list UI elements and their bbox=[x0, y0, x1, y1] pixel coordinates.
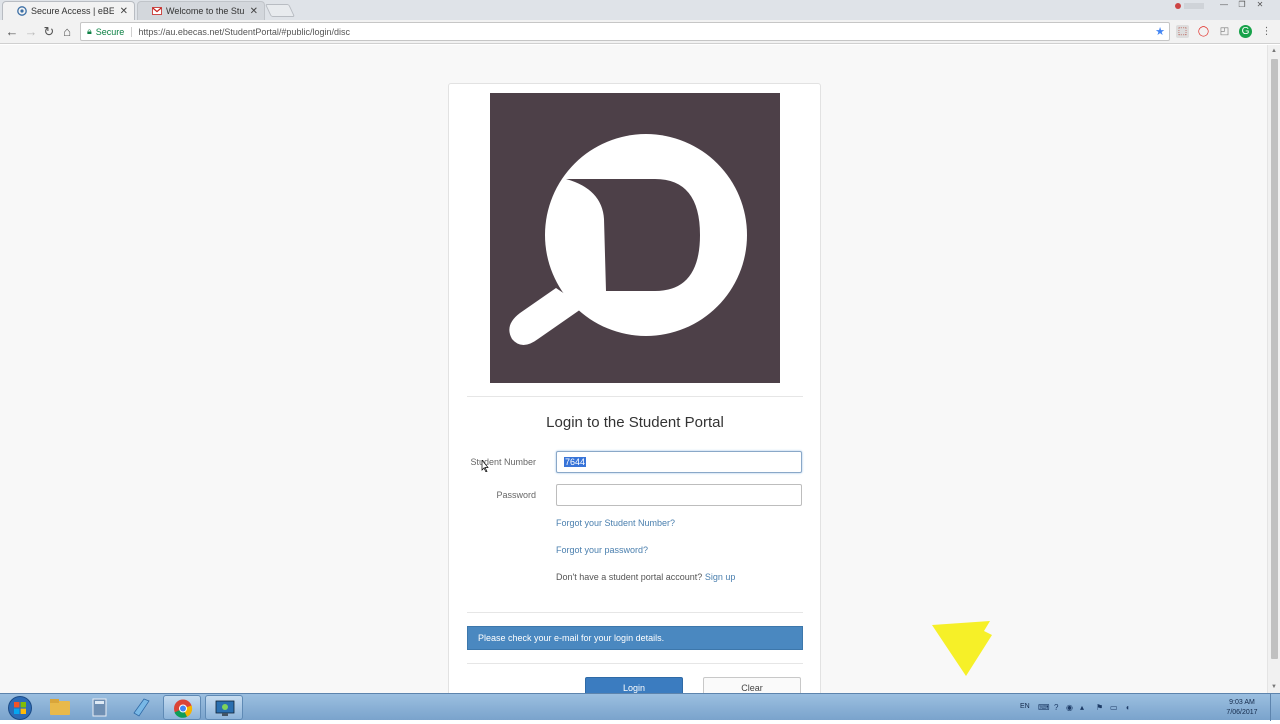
taskbar-chrome[interactable] bbox=[163, 695, 201, 720]
taskbar-explorer[interactable] bbox=[41, 695, 79, 720]
chrome-icon bbox=[174, 699, 193, 718]
tab-title: Secure Access | eBECAS bbox=[31, 6, 114, 16]
password-label: Password bbox=[496, 490, 536, 500]
clock-time: 9:03 AM bbox=[1229, 699, 1255, 706]
new-tab-button[interactable] bbox=[264, 4, 296, 17]
tab-strip: Secure Access | eBECAS ✕ Welcome to the … bbox=[0, 0, 1280, 20]
puzzle-extension-icon[interactable]: ◰ bbox=[1218, 25, 1231, 38]
action-center-flag-icon[interactable]: ⚑ bbox=[1096, 703, 1105, 712]
password-input[interactable] bbox=[556, 484, 802, 506]
minimize-icon[interactable]: — bbox=[1216, 0, 1232, 10]
notepad-icon bbox=[133, 698, 150, 717]
page-title: Login to the Student Portal bbox=[546, 414, 724, 431]
tray-app-icon[interactable]: ◉ bbox=[1066, 703, 1075, 712]
tab-welcome[interactable]: Welcome to the Student ✕ bbox=[137, 1, 265, 20]
url-text: https://au.ebecas.net/StudentPortal/#pub… bbox=[138, 26, 350, 37]
tab-title: Welcome to the Student bbox=[166, 6, 244, 16]
volume-icon[interactable]: ◖ bbox=[1125, 703, 1134, 712]
grammarly-extension-icon[interactable]: G bbox=[1239, 25, 1252, 38]
opera-extension-icon[interactable]: ◯ bbox=[1197, 25, 1210, 38]
student-number-input[interactable]: 7644 bbox=[556, 451, 802, 473]
calculator-icon bbox=[92, 698, 107, 717]
clock[interactable]: 9:03 AM 7/06/2017 bbox=[1220, 698, 1264, 718]
clear-button[interactable]: Clear bbox=[703, 677, 801, 693]
window-controls: — ❐ ✕ bbox=[1216, 0, 1268, 14]
clock-date: 7/06/2017 bbox=[1226, 709, 1258, 716]
profile-button[interactable] bbox=[1172, 1, 1212, 11]
close-window-icon[interactable]: ✕ bbox=[1252, 0, 1268, 10]
windows-taskbar: EN ⌨ ? ◉ ▴ ⚑ ▭ ◖ 9:03 AM 7/06/2017 bbox=[0, 693, 1280, 721]
lock-icon: 🔒︎ bbox=[87, 26, 92, 36]
yellow-pointer-highlight-icon bbox=[932, 621, 992, 676]
reload-icon[interactable]: ↻ bbox=[41, 24, 57, 40]
scroll-down-icon[interactable]: ▼ bbox=[1271, 684, 1277, 690]
pdf-extension-icon[interactable]: ⬚ bbox=[1176, 25, 1189, 38]
show-desktop-button[interactable] bbox=[1270, 694, 1280, 721]
home-icon[interactable]: ⌂ bbox=[59, 24, 75, 40]
menu-dots-icon[interactable]: ⋮ bbox=[1260, 25, 1273, 38]
taskbar-calculator[interactable] bbox=[81, 695, 119, 720]
forgot-password-link[interactable]: Forgot your password? bbox=[556, 545, 648, 555]
address-bar[interactable]: 🔒︎ Secure https://au.ebecas.net/StudentP… bbox=[80, 22, 1170, 41]
maximize-icon[interactable]: ❐ bbox=[1234, 0, 1250, 10]
forward-icon[interactable]: → bbox=[23, 24, 39, 40]
student-number-label: Student Number bbox=[470, 457, 536, 467]
signup-prompt-text: Don't have a student portal account? bbox=[556, 572, 703, 582]
tab-close-icon[interactable]: ✕ bbox=[250, 6, 258, 17]
page-scrollbar[interactable]: ▲ ▼ bbox=[1267, 45, 1280, 693]
student-number-value: 7644 bbox=[564, 457, 587, 467]
show-hidden-icons-icon[interactable]: ▴ bbox=[1080, 703, 1089, 712]
divider bbox=[467, 663, 803, 664]
signup-link[interactable]: Sign up bbox=[705, 572, 736, 582]
help-icon[interactable]: ? bbox=[1054, 703, 1063, 712]
login-card: Login to the Student Portal Student Numb… bbox=[448, 83, 821, 693]
secure-label: Secure bbox=[96, 26, 133, 37]
system-tray: EN ⌨ ? ◉ ▴ ⚑ ▭ ◖ 9:03 AM 7/06/2017 bbox=[1020, 694, 1280, 721]
keyboard-icon[interactable]: ⌨ bbox=[1038, 703, 1050, 712]
signup-prompt: Don't have a student portal account? Sig… bbox=[556, 572, 735, 582]
folder-icon bbox=[50, 699, 70, 715]
language-indicator[interactable]: EN bbox=[1020, 703, 1030, 710]
ebecas-favicon-icon bbox=[17, 6, 27, 16]
back-icon[interactable]: ← bbox=[4, 24, 20, 40]
gmail-icon bbox=[152, 7, 162, 15]
login-button[interactable]: Login bbox=[585, 677, 683, 693]
network-icon[interactable]: ▭ bbox=[1110, 703, 1119, 712]
bookmark-star-icon[interactable]: ★ bbox=[1155, 25, 1165, 38]
ebecas-logo bbox=[490, 93, 780, 383]
tab-close-icon[interactable]: ✕ bbox=[120, 6, 128, 17]
start-button-icon[interactable] bbox=[4, 695, 36, 721]
divider bbox=[467, 612, 803, 613]
tab-secure-access[interactable]: Secure Access | eBECAS ✕ bbox=[2, 1, 135, 20]
forgot-student-number-link[interactable]: Forgot your Student Number? bbox=[556, 518, 675, 528]
monitor-icon bbox=[215, 700, 235, 716]
taskbar-notepad[interactable] bbox=[122, 695, 160, 720]
scrollbar-thumb[interactable] bbox=[1271, 59, 1278, 659]
page-content: Login to the Student Portal Student Numb… bbox=[0, 45, 1267, 693]
scroll-up-icon[interactable]: ▲ bbox=[1271, 48, 1277, 54]
magnifier-d-logo-icon bbox=[509, 134, 747, 345]
divider bbox=[467, 396, 803, 397]
taskbar-screen-recorder[interactable] bbox=[205, 695, 243, 720]
info-notice: Please check your e-mail for your login … bbox=[467, 626, 803, 650]
text-cursor-icon bbox=[481, 460, 489, 472]
